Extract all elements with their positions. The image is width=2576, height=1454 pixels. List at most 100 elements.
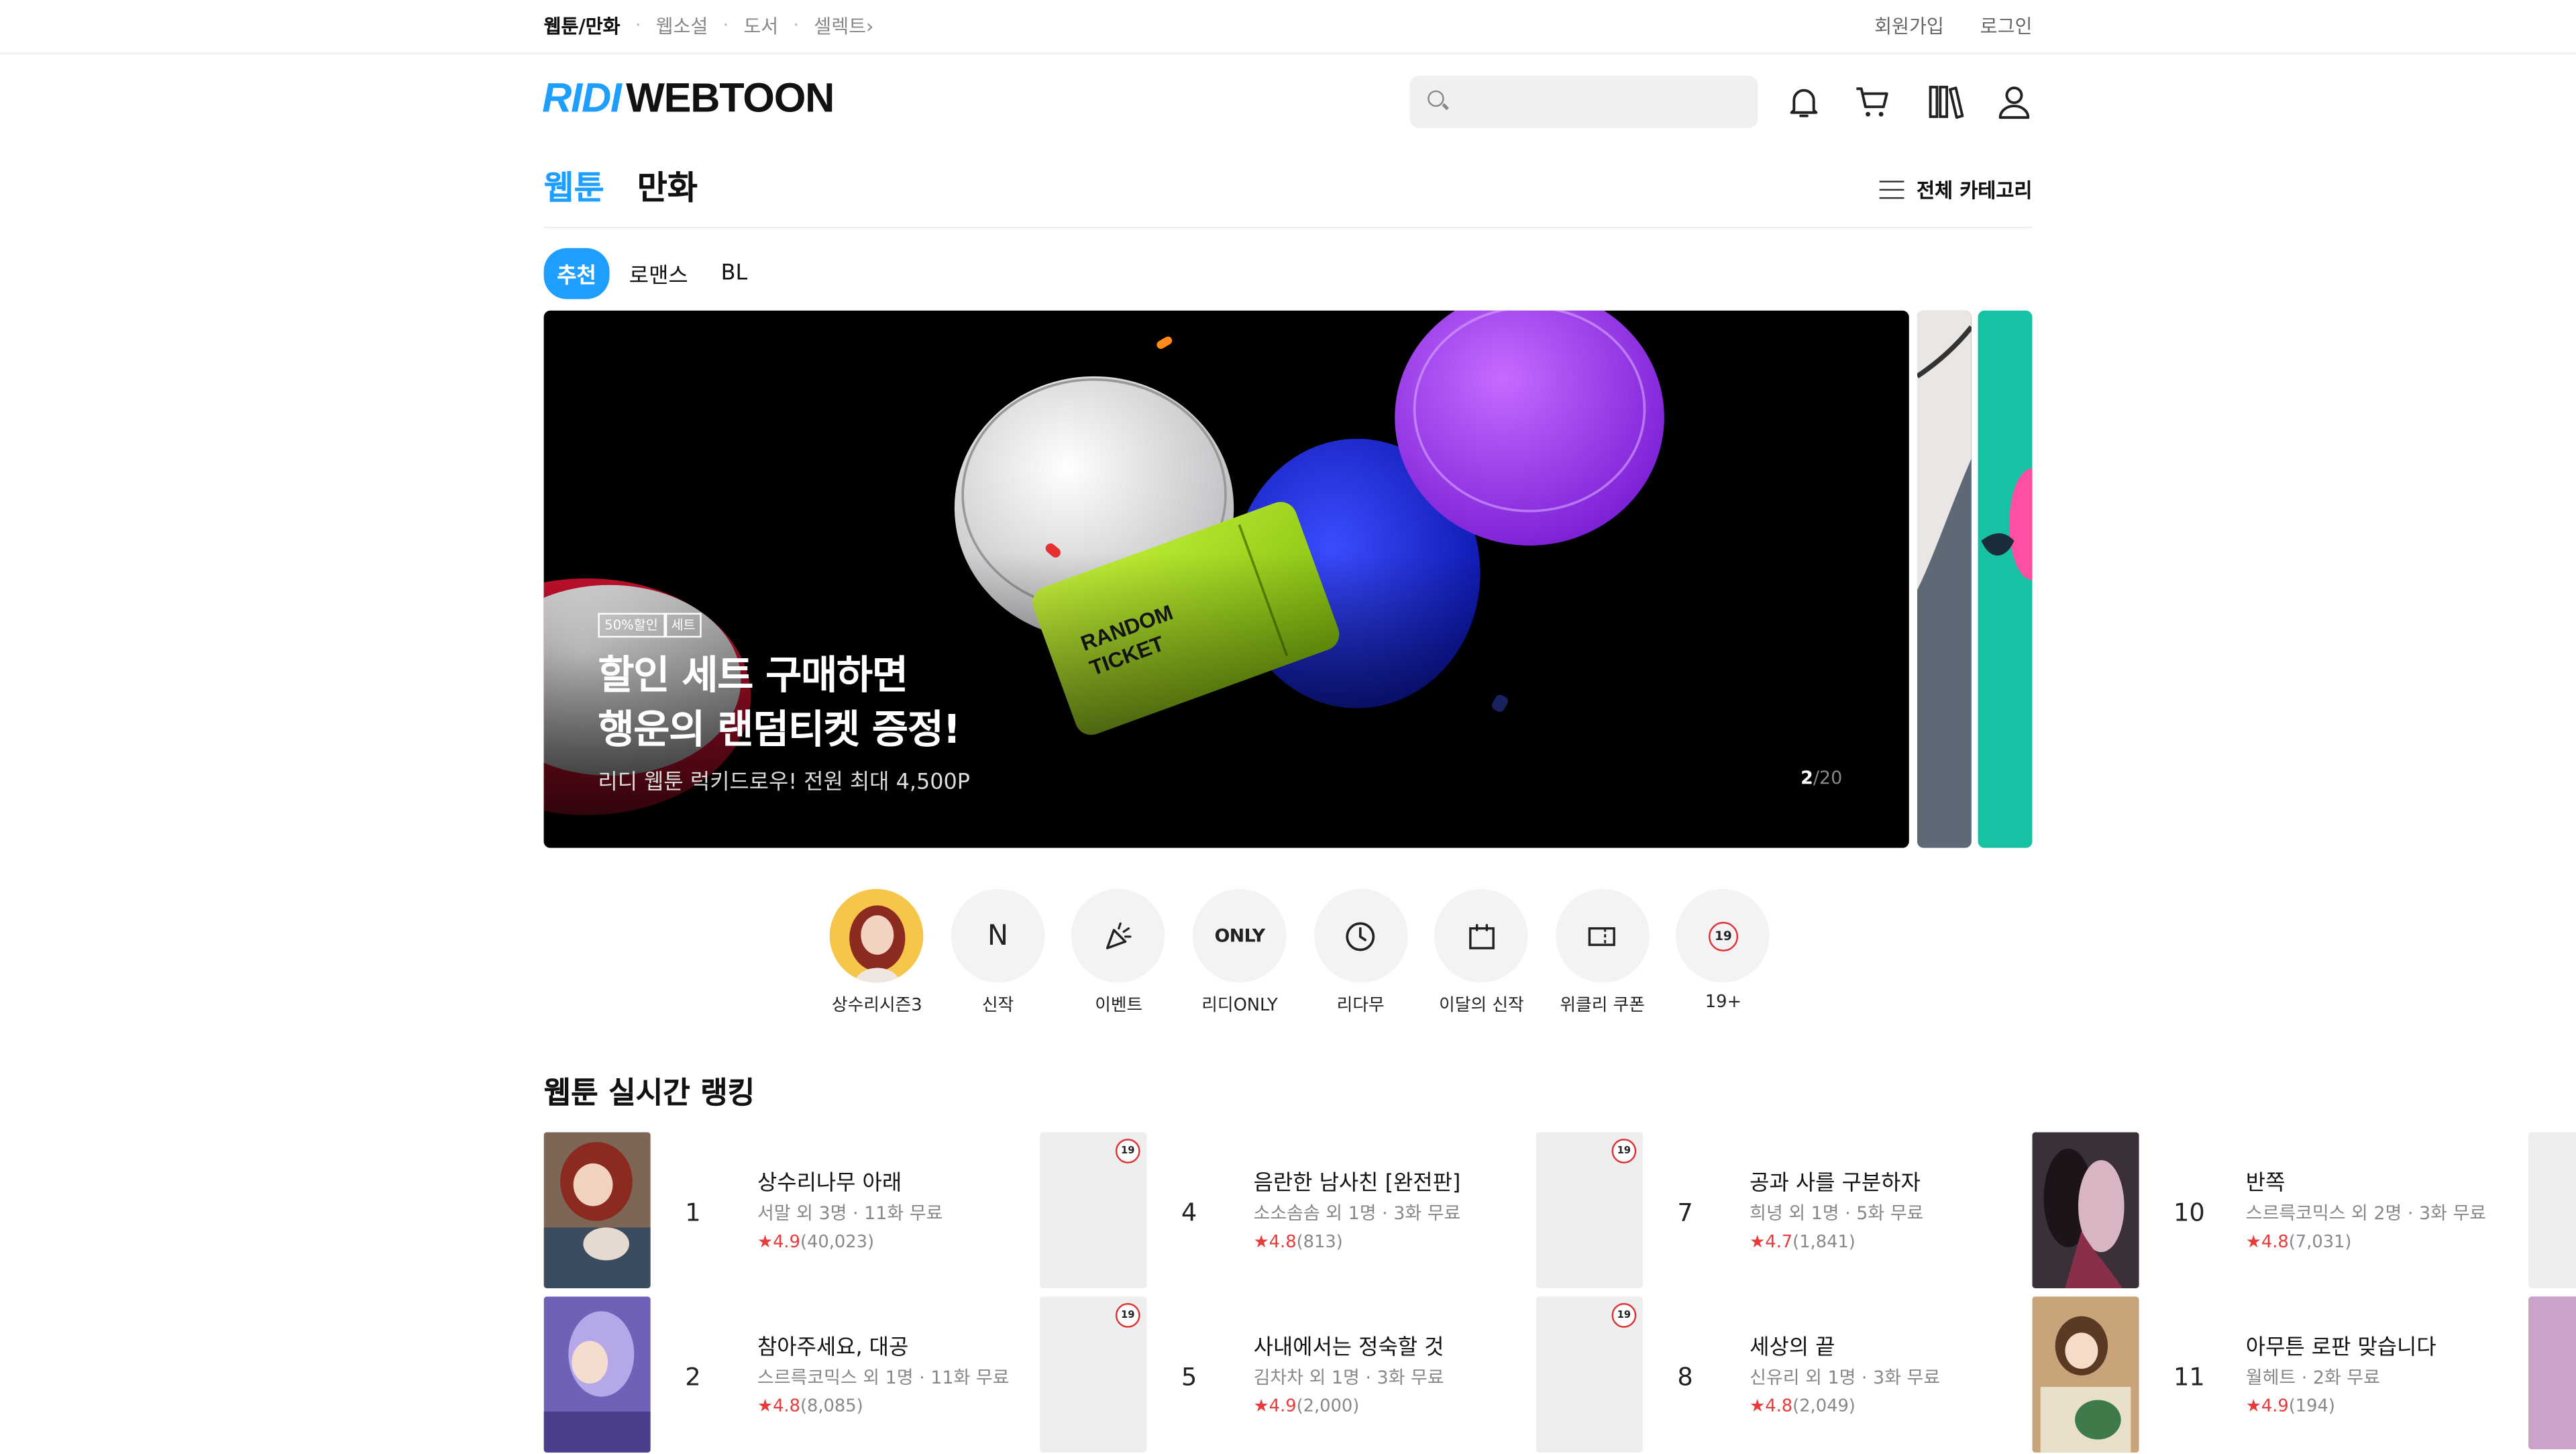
search-input[interactable] — [1409, 75, 1758, 129]
rank-title: 반쪽 — [2245, 1172, 2286, 1196]
bell-icon[interactable] — [1784, 82, 1824, 121]
quick-menu-label: 신작 — [981, 996, 1014, 1016]
divider — [543, 226, 2033, 229]
top-nav-books[interactable]: 도서 — [743, 13, 778, 40]
rank-meta: 신유리 외 1명 · 3화 무료 — [1750, 1367, 1941, 1389]
menu-icon — [1878, 180, 1904, 199]
ranking-item[interactable]: 19 4 음란한 남사친 [완전판] 소소솜솜 외 1명 · 3화 무료 ★4.… — [1040, 1132, 1516, 1290]
star-icon: ★ — [1750, 1232, 1766, 1253]
chip-recommended[interactable]: 추천 — [543, 248, 610, 299]
discount-badge: 50%할인 — [598, 613, 665, 638]
rating-value: 4.9 — [1269, 1396, 1297, 1417]
rank-meta: 월헤트 · 2화 무료 — [2245, 1367, 2380, 1389]
rank-number: 11 — [2174, 1362, 2205, 1392]
rank-meta: 스르륵코믹스 외 2명 · 3화 무료 — [2245, 1202, 2487, 1225]
quick-menu-label: 이달의 신작 — [1439, 996, 1524, 1016]
banner-page-total: /20 — [1813, 767, 1843, 789]
quick-menu-item[interactable]: 상수리시즌3 — [816, 888, 937, 1017]
ranking-item[interactable]: 1 상수리나무 아래 서말 외 3명 · 11화 무료 ★4.9(40,023) — [543, 1132, 1020, 1290]
rating-value: 4.8 — [1765, 1396, 1793, 1417]
ranking-item[interactable]: 19 7 공과 사를 구분하자 희녕 외 1명 · 5화 무료 ★4.7(1,8… — [1536, 1132, 2012, 1290]
logo-webtoon: WEBTOON — [626, 75, 835, 122]
star-icon: ★ — [2245, 1396, 2261, 1417]
quick-menu-circle — [1555, 888, 1650, 983]
banner-title: 할인 세트 구매하면 행운의 랜덤티켓 증정! — [598, 652, 961, 753]
ranking-item[interactable]: 19 8 세상의 끝 신유리 외 1명 · 3화 무료 ★4.8(2,049) — [1536, 1296, 2012, 1454]
rating-value: 4.9 — [2261, 1396, 2289, 1417]
rank-title: 상수리나무 아래 — [757, 1172, 902, 1196]
quick-menu-label: 위클리 쿠폰 — [1560, 996, 1645, 1016]
user-icon[interactable] — [1994, 82, 2034, 121]
rank-rating: ★4.7(1,841) — [1750, 1233, 1856, 1252]
clock-icon — [1346, 921, 1375, 951]
quick-menu-item[interactable]: 이벤트 — [1059, 888, 1179, 1017]
rank-rating: ★4.8(2,049) — [1750, 1397, 1856, 1416]
next-banner-artwork-2 — [1978, 310, 2033, 848]
library-icon[interactable] — [1925, 82, 1965, 121]
next-ranking-preview[interactable] — [2528, 1132, 2576, 1289]
auth-links: 회원가입 로그인 — [1874, 13, 2032, 40]
chip-romance[interactable]: 로맨스 — [616, 248, 701, 299]
quick-menu-label: 19+ — [1705, 992, 1742, 1012]
rating-count: (2,000) — [1296, 1396, 1360, 1417]
cart-icon[interactable] — [1853, 82, 1892, 121]
top-nav-separator: · — [722, 13, 729, 36]
top-nav-select[interactable]: 셀렉트› — [814, 13, 873, 40]
rank-rating: ★4.8(7,031) — [2246, 1233, 2352, 1252]
logo-ridi: RIDI — [542, 75, 622, 122]
set-badge: 세트 — [664, 613, 702, 638]
rating-value: 4.7 — [1765, 1232, 1793, 1253]
only-icon: ONLY — [1193, 888, 1287, 983]
rank-number: 10 — [2174, 1198, 2205, 1228]
ridi-webtoon-logo[interactable]: RIDI WEBTOON — [542, 75, 835, 123]
quick-menu-item[interactable]: 위클리 쿠폰 — [1542, 888, 1663, 1017]
cover-art — [543, 1132, 651, 1289]
cover-thumbnail — [543, 1296, 651, 1453]
top-nav-webnovel[interactable]: 웹소설 — [656, 13, 708, 40]
signup-link[interactable]: 회원가입 — [1874, 13, 1944, 40]
rank-meta: 스르륵코믹스 외 1명 · 11화 무료 — [757, 1367, 1010, 1389]
cover-thumbnail: 19 — [1536, 1296, 1643, 1453]
cover-thumbnail: 19 — [1040, 1132, 1147, 1289]
all-categories-button[interactable]: 전체 카테고리 — [1878, 176, 2032, 204]
rank-title: 공과 사를 구분하자 — [1750, 1172, 1921, 1196]
rank-rating: ★4.9(194) — [2246, 1397, 2335, 1416]
rank-rating: ★4.9(40,023) — [757, 1233, 874, 1252]
banner-badges: 50%할인 세트 — [598, 613, 702, 638]
top-nav-select-label: 셀렉트 — [814, 15, 867, 38]
chevron-right-icon: › — [866, 15, 874, 38]
cover-thumbnail: 19 — [1536, 1132, 1643, 1289]
star-icon: ★ — [757, 1396, 773, 1417]
quick-menu-item[interactable]: 이달의 신작 — [1421, 888, 1542, 1017]
quick-menu-item[interactable]: N 신작 — [937, 888, 1058, 1017]
quick-menu-circle: 19 — [1676, 888, 1770, 983]
rank-title: 참아주세요, 대공 — [757, 1336, 909, 1361]
next-ranking-preview-2[interactable] — [2528, 1296, 2576, 1450]
adult-19-icon: 19 — [1708, 921, 1738, 951]
rating-count: (813) — [1296, 1232, 1343, 1253]
top-nav-webtoon-comics[interactable]: 웹툰/만화 — [544, 13, 621, 40]
quick-menu-item[interactable]: 리다무 — [1300, 888, 1421, 1017]
ranking-item[interactable]: 2 참아주세요, 대공 스르륵코믹스 외 1명 · 11화 무료 ★4.8(8,… — [543, 1296, 1020, 1454]
next-banner-preview-2[interactable] — [1978, 310, 2033, 848]
quick-menu-label: 리디ONLY — [1201, 996, 1278, 1016]
quick-menu-item[interactable]: ONLY 리디ONLY — [1179, 888, 1300, 1017]
rating-value: 4.9 — [773, 1232, 800, 1253]
ranking-item[interactable]: 11 아무튼 로판 맞습니다 월헤트 · 2화 무료 ★4.9(194) — [2032, 1296, 2508, 1454]
quick-menu-circle — [1434, 888, 1529, 983]
rank-number: 7 — [1677, 1198, 1693, 1228]
ranking-item[interactable]: 10 반쪽 스르륵코믹스 외 2명 · 3화 무료 ★4.8(7,031) — [2032, 1132, 2508, 1290]
quick-menu-circle — [1071, 888, 1166, 983]
banner-subtitle: 리디 웹툰 럭키드로우! 전원 최대 4,500P — [598, 770, 970, 796]
star-icon: ★ — [1253, 1396, 1269, 1417]
quick-menu-item[interactable]: 19 19+ — [1663, 888, 1784, 1017]
ranking-title: 웹툰 실시간 랭킹 — [543, 1076, 755, 1111]
cover-art — [2032, 1132, 2139, 1289]
tab-webtoon[interactable]: 웹툰 — [544, 161, 604, 209]
ranking-item[interactable]: 19 5 사내에서는 정숙할 것 김차차 외 1명 · 3화 무료 ★4.9(2… — [1040, 1296, 1516, 1454]
chip-bl[interactable]: BL — [708, 252, 761, 296]
banner-pagination: 2/20 — [1801, 768, 1842, 789]
login-link[interactable]: 로그인 — [1980, 13, 2033, 40]
next-banner-preview[interactable] — [1917, 310, 1972, 848]
tab-comics[interactable]: 만화 — [637, 161, 698, 209]
